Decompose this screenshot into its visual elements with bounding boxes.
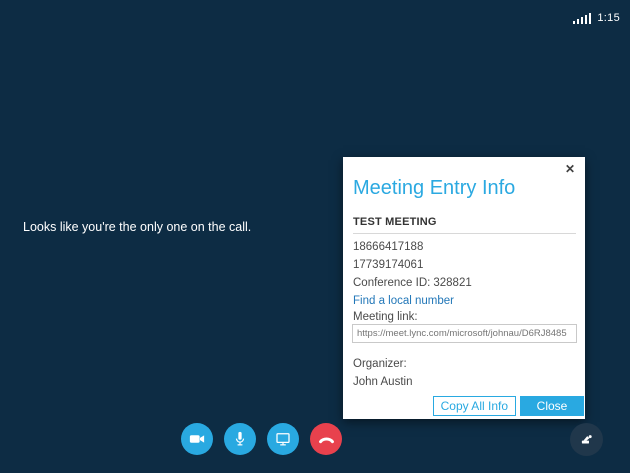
meeting-link-input[interactable] xyxy=(352,324,577,343)
call-options-button[interactable] xyxy=(570,423,603,456)
dial-in-info: 18666417188 17739174061 Conference ID:32… xyxy=(353,238,472,310)
close-button[interactable]: Close xyxy=(520,396,584,416)
divider xyxy=(353,233,576,234)
hangup-button[interactable] xyxy=(310,423,342,455)
phone-number: 18666417188 xyxy=(353,238,472,256)
camera-icon xyxy=(188,430,206,448)
call-options-icon xyxy=(578,431,595,448)
dialog-title: Meeting Entry Info xyxy=(353,177,515,200)
phone-number: 17739174061 xyxy=(353,256,472,274)
microphone-button[interactable] xyxy=(224,423,256,455)
copy-all-info-button[interactable]: Copy All Info xyxy=(433,396,516,416)
organizer-label: Organizer: xyxy=(353,358,407,370)
camera-button[interactable] xyxy=(181,423,213,455)
meeting-link-label: Meeting link: xyxy=(353,311,418,323)
microphone-icon xyxy=(231,430,249,448)
find-local-number-link[interactable]: Find a local number xyxy=(353,292,472,310)
screen-share-icon xyxy=(274,430,292,448)
status-bar: 1:15 xyxy=(573,12,620,24)
screen-share-button[interactable] xyxy=(267,423,299,455)
close-icon[interactable]: ✕ xyxy=(562,160,578,178)
clock-time: 1:15 xyxy=(597,12,620,24)
empty-call-message: Looks like you're the only one on the ca… xyxy=(23,220,251,234)
signal-bars-icon xyxy=(573,13,592,24)
meeting-entry-info-dialog: ✕ Meeting Entry Info TEST MEETING 186664… xyxy=(343,157,585,419)
dialog-button-row: Copy All Info Close xyxy=(433,396,584,416)
organizer-name: John Austin xyxy=(353,376,412,388)
conference-id-value: 328821 xyxy=(433,277,471,289)
call-control-bar xyxy=(181,423,342,455)
conference-id-row: Conference ID:328821 xyxy=(353,274,472,292)
meeting-name: TEST MEETING xyxy=(353,216,437,228)
call-screen: 1:15 Looks like you're the only one on t… xyxy=(0,0,630,473)
hangup-icon xyxy=(317,430,336,449)
conference-id-label: Conference ID: xyxy=(353,277,430,289)
